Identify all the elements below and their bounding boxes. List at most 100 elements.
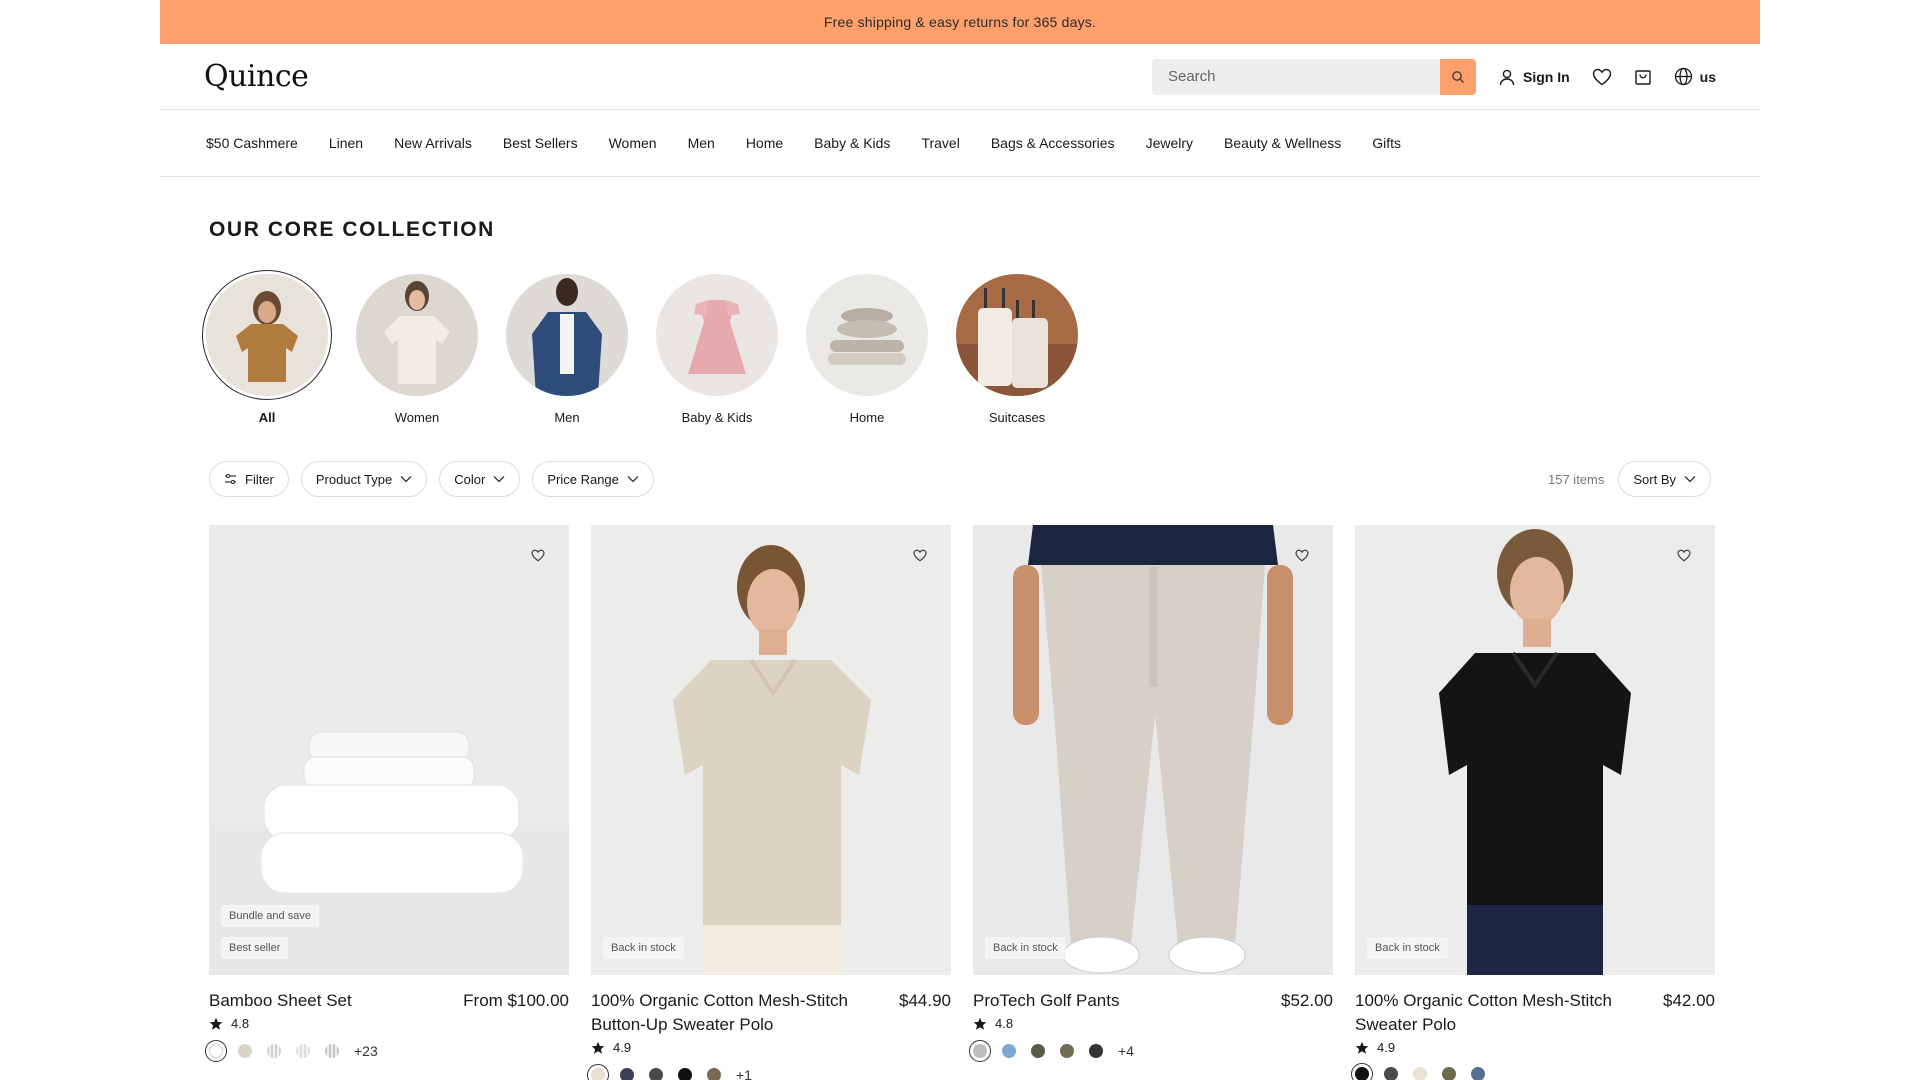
items-count: 157 items (1548, 471, 1605, 487)
main-nav: $50 Cashmere Linen New Arrivals Best Sel… (160, 110, 1760, 177)
category-all[interactable]: All (202, 270, 332, 425)
brand-logo[interactable]: Quince (204, 59, 309, 94)
product-name[interactable]: 100% Organic Cotton Mesh-Stitch Sweater … (1355, 989, 1625, 1037)
results-tools: 157 items Sort By (1548, 461, 1711, 497)
nav-item-travel[interactable]: Travel (921, 135, 959, 151)
product-price: $44.90 (899, 991, 951, 1010)
nav-item-linen[interactable]: Linen (329, 135, 363, 151)
category-baby-kids[interactable]: Baby & Kids (656, 274, 778, 425)
color-swatch[interactable] (1060, 1044, 1074, 1058)
product-price: $52.00 (1281, 991, 1333, 1010)
nav-item-bags-accessories[interactable]: Bags & Accessories (991, 135, 1115, 151)
product-image[interactable]: Back in stock (973, 525, 1333, 975)
sign-in-button[interactable]: Sign In (1498, 68, 1570, 86)
color-swatch[interactable] (678, 1068, 692, 1080)
shirt-photo-icon (206, 274, 328, 396)
product-card[interactable]: Bundle and save Best seller Bamboo Sheet… (205, 525, 569, 1080)
product-card[interactable]: Back in stock 100% Organic Cotton Mesh-S… (587, 525, 951, 1080)
color-swatch[interactable] (649, 1068, 663, 1080)
search-icon (1452, 70, 1464, 83)
dress-photo-icon (656, 274, 778, 396)
category-suitcases[interactable]: Suitcases (956, 274, 1078, 425)
region-selector[interactable]: us (1674, 67, 1716, 86)
color-swatch[interactable] (707, 1068, 721, 1080)
product-type-dropdown[interactable]: Product Type (300, 461, 428, 497)
product-image[interactable]: Bundle and save Best seller (209, 525, 569, 975)
color-swatches (1351, 1063, 1715, 1080)
color-swatch[interactable] (1351, 1063, 1373, 1080)
wishlist-button[interactable] (1592, 68, 1612, 86)
color-swatch[interactable] (238, 1044, 252, 1058)
product-image[interactable]: Back in stock (591, 525, 951, 975)
cart-button[interactable] (1634, 68, 1652, 86)
nav-item-women[interactable]: Women (609, 135, 657, 151)
button-polo-photo-icon (591, 525, 951, 975)
heart-icon[interactable] (1677, 549, 1691, 562)
color-swatch[interactable] (267, 1044, 281, 1058)
filter-button[interactable]: Filter (209, 461, 289, 497)
product-rating: 4.8 (209, 1016, 569, 1031)
price-range-label: Price Range (547, 471, 619, 487)
page: Free shipping & easy returns for 365 day… (0, 0, 1920, 1080)
category-men[interactable]: Men (506, 274, 628, 425)
product-info: 100% Organic Cotton Mesh-Stitch Button-U… (591, 989, 951, 1037)
color-swatch[interactable] (1471, 1067, 1485, 1080)
color-swatch[interactable] (1442, 1067, 1456, 1080)
nav-item-jewelry[interactable]: Jewelry (1146, 135, 1193, 151)
sort-by-dropdown[interactable]: Sort By (1618, 461, 1711, 497)
color-swatch[interactable] (587, 1064, 609, 1080)
nav-item-home[interactable]: Home (746, 135, 783, 151)
badge-stack: Back in stock (1367, 937, 1448, 959)
rating-value: 4.8 (231, 1016, 250, 1031)
category-women[interactable]: Women (356, 274, 478, 425)
nav-item-new-arrivals[interactable]: New Arrivals (394, 135, 472, 151)
category-label: Women (394, 410, 440, 425)
more-colors[interactable]: +23 (354, 1043, 378, 1059)
chevron-down-icon (493, 476, 505, 483)
color-swatch[interactable] (205, 1040, 227, 1062)
rating-value: 4.9 (613, 1040, 632, 1055)
color-swatch[interactable] (1002, 1044, 1016, 1058)
color-swatch[interactable] (296, 1044, 310, 1058)
category-home[interactable]: Home (806, 274, 928, 425)
heart-icon[interactable] (1295, 549, 1309, 562)
color-swatch[interactable] (620, 1068, 634, 1080)
product-image[interactable]: Back in stock (1355, 525, 1715, 975)
color-swatch[interactable] (1384, 1067, 1398, 1080)
rating-value: 4.8 (995, 1016, 1014, 1031)
product-card[interactable]: Back in stock 100% Organic Cotton Mesh-S… (1351, 525, 1715, 1080)
more-colors[interactable]: +4 (1118, 1043, 1134, 1059)
nav-item-men[interactable]: Men (688, 135, 715, 151)
nav-item-beauty-wellness[interactable]: Beauty & Wellness (1224, 135, 1341, 151)
product-name[interactable]: ProTech Golf Pants (973, 989, 1119, 1013)
more-colors[interactable]: +1 (736, 1067, 752, 1080)
heart-icon[interactable] (531, 549, 545, 562)
color-swatch[interactable] (1413, 1067, 1427, 1080)
product-name[interactable]: 100% Organic Cotton Mesh-Stitch Button-U… (591, 989, 861, 1037)
color-swatch[interactable] (969, 1040, 991, 1062)
nav-item-best-sellers[interactable]: Best Sellers (503, 135, 578, 151)
nav-item-baby-kids[interactable]: Baby & Kids (814, 135, 890, 151)
filter-label: Filter (245, 471, 274, 487)
color-swatch[interactable] (1089, 1044, 1103, 1058)
category-label: Suitcases (988, 410, 1046, 425)
product-name[interactable]: Bamboo Sheet Set (209, 989, 352, 1013)
product-info: Bamboo Sheet Set From $100.00 (209, 989, 569, 1013)
nav-item-gifts[interactable]: Gifts (1372, 135, 1401, 151)
color-swatches: +1 (587, 1064, 951, 1080)
color-swatch[interactable] (1031, 1044, 1045, 1058)
category-image-men (506, 274, 628, 396)
search-input[interactable] (1151, 58, 1440, 95)
bag-icon (1634, 69, 1651, 85)
product-rating: 4.8 (973, 1016, 1333, 1031)
color-swatch[interactable] (325, 1044, 339, 1058)
heart-icon[interactable] (913, 549, 927, 562)
product-type-label: Product Type (315, 471, 393, 487)
category-image-suitcases (956, 274, 1078, 396)
product-card[interactable]: Back in stock ProTech Golf Pants $52.00 … (969, 525, 1333, 1080)
color-dropdown[interactable]: Color (439, 461, 521, 497)
nav-item-cashmere[interactable]: $50 Cashmere (206, 135, 298, 151)
price-range-dropdown[interactable]: Price Range (532, 461, 654, 497)
rating-value: 4.9 (1377, 1040, 1396, 1055)
search-button[interactable] (1439, 58, 1476, 95)
